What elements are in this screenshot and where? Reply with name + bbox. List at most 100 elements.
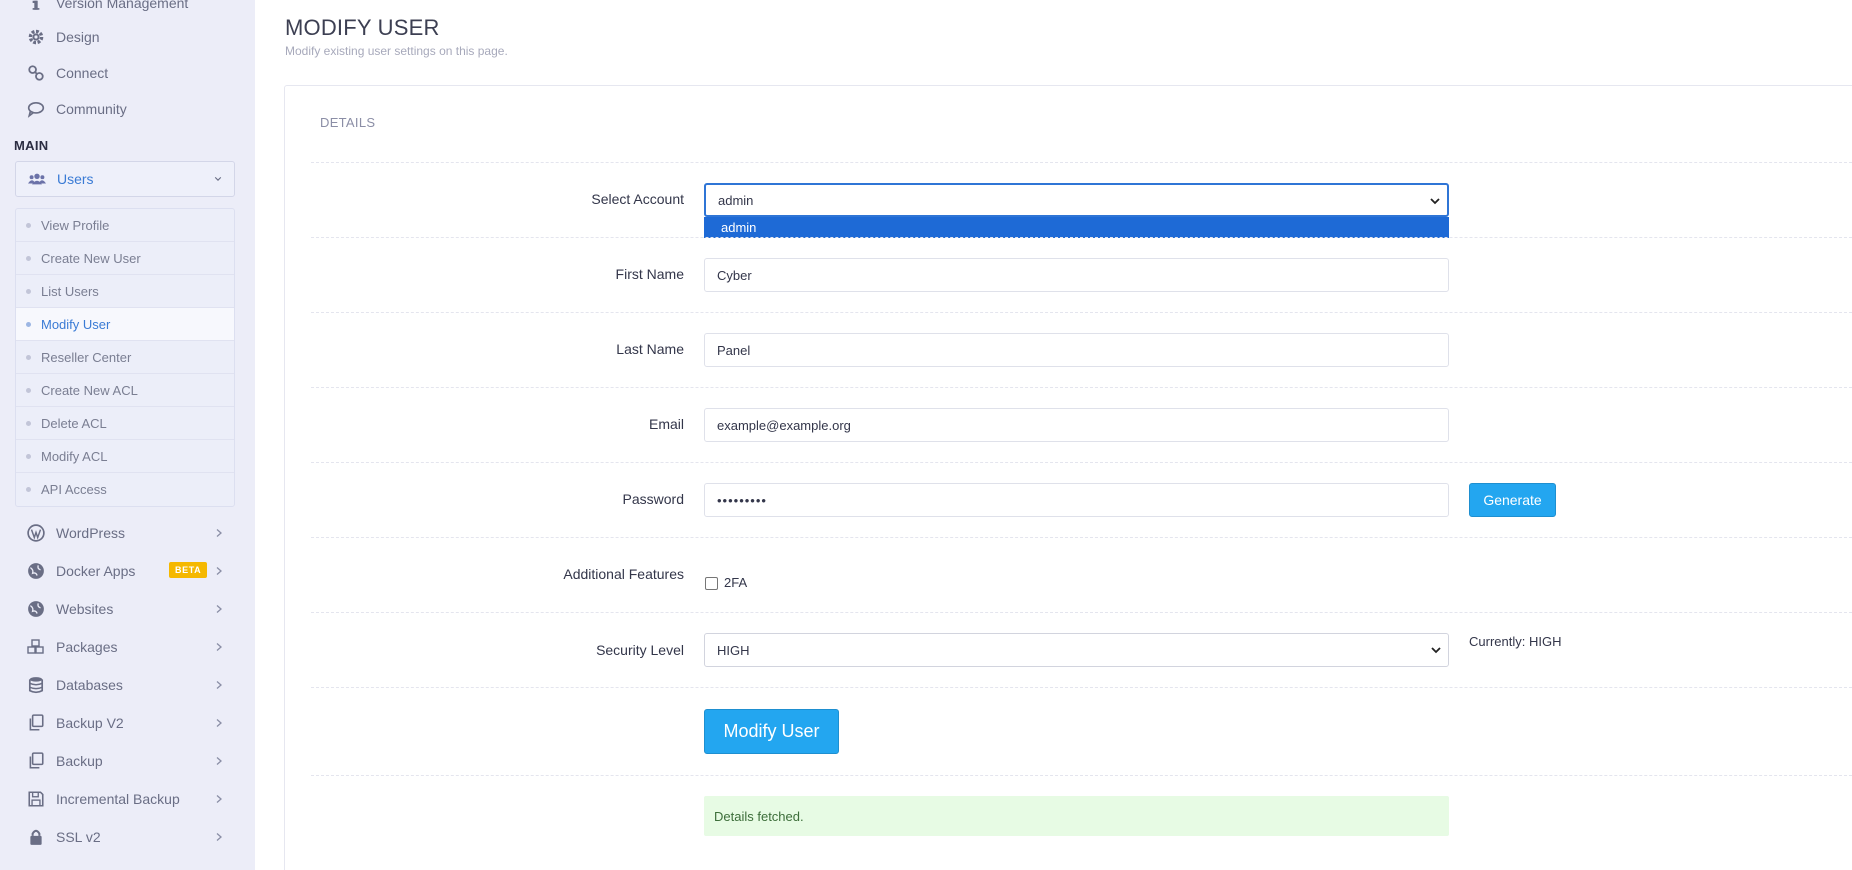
sidebar: Version Management Design Connect Commun… xyxy=(0,0,255,870)
divider xyxy=(311,387,1852,388)
sidebar-item-docker-apps[interactable]: Docker Apps BETA xyxy=(0,553,255,589)
sidebar-item-label: Websites xyxy=(56,601,114,617)
sidebar-item-backup-v2[interactable]: Backup V2 xyxy=(0,705,255,741)
divider xyxy=(311,237,1852,238)
divider xyxy=(311,162,1852,163)
bullet-icon xyxy=(26,321,31,327)
link-icon xyxy=(26,63,46,83)
submenu-item-create-new-user[interactable]: Create New User xyxy=(16,242,234,275)
sidebar-item-incremental-backup[interactable]: Incremental Backup xyxy=(0,781,255,817)
chevron-right-icon xyxy=(214,604,224,614)
beta-badge: BETA xyxy=(169,562,208,578)
additional-features-label: Additional Features xyxy=(563,566,684,582)
users-icon xyxy=(27,169,47,189)
divider xyxy=(311,775,1852,776)
submenu-item-delete-acl[interactable]: Delete ACL xyxy=(16,407,234,440)
submenu-item-reseller-center[interactable]: Reseller Center xyxy=(16,341,234,374)
bullet-icon xyxy=(26,387,31,393)
submenu-item-label: Modify User xyxy=(41,316,111,332)
sidebar-item-backup[interactable]: Backup xyxy=(0,743,255,779)
sidebar-item-wordpress[interactable]: WordPress xyxy=(0,515,255,551)
copy-icon xyxy=(26,713,46,733)
sidebar-item-community[interactable]: Community xyxy=(0,91,255,127)
divider xyxy=(311,612,1852,613)
globe-icon xyxy=(26,561,46,581)
page-title: MODIFY USER xyxy=(285,15,440,40)
sidebar-item-label: Backup xyxy=(56,753,103,769)
chevron-right-icon xyxy=(214,718,224,728)
chevron-right-icon xyxy=(214,528,224,538)
sidebar-item-label: SSL v2 xyxy=(56,829,101,845)
current-security-level: Currently: HIGH xyxy=(1469,634,1562,649)
select-account-option[interactable]: admin xyxy=(704,217,1449,238)
bullet-icon xyxy=(26,453,31,459)
submenu-item-modify-user[interactable]: Modify User xyxy=(16,308,234,341)
generate-button[interactable]: Generate xyxy=(1469,483,1556,517)
security-level-select[interactable]: HIGH xyxy=(704,633,1449,667)
password-input[interactable] xyxy=(704,483,1449,517)
security-level-value: HIGH xyxy=(717,642,750,658)
divider xyxy=(311,312,1852,313)
submenu-item-label: Create New User xyxy=(41,250,141,266)
sidebar-item-label: WordPress xyxy=(56,525,125,541)
save-icon xyxy=(26,789,46,809)
wordpress-icon xyxy=(26,523,46,543)
sidebar-item-connect[interactable]: Connect xyxy=(0,55,255,91)
last-name-label: Last Name xyxy=(616,341,684,357)
chevron-right-icon xyxy=(214,566,224,576)
status-message: Details fetched. xyxy=(704,796,1449,836)
chevron-right-icon xyxy=(214,756,224,766)
sidebar-item-label: Docker Apps xyxy=(56,563,136,579)
submenu-item-list-users[interactable]: List Users xyxy=(16,275,234,308)
chevron-right-icon xyxy=(214,794,224,804)
email-label: Email xyxy=(648,416,684,432)
submenu-item-view-profile[interactable]: View Profile xyxy=(16,209,234,242)
page-subtitle: Modify existing user settings on this pa… xyxy=(285,44,508,58)
sidebar-item-label: Databases xyxy=(56,677,123,693)
sidebar-item-label: Backup V2 xyxy=(56,715,124,731)
submenu-item-create-new-acl[interactable]: Create New ACL xyxy=(16,374,234,407)
2fa-label: 2FA xyxy=(724,575,748,590)
sidebar-group-users[interactable]: Users xyxy=(15,161,235,197)
database-icon xyxy=(26,675,46,695)
sidebar-item-version-management[interactable]: Version Management xyxy=(0,0,255,21)
sidebar-item-label: Connect xyxy=(56,65,109,81)
bullet-icon xyxy=(26,288,31,294)
sidebar-item-design[interactable]: Design xyxy=(0,19,255,55)
chevron-down-icon xyxy=(1431,647,1441,654)
2fa-checkbox[interactable] xyxy=(705,577,718,590)
section-title: DETAILS xyxy=(320,115,376,130)
select-account-dropdown[interactable]: admin xyxy=(704,183,1449,217)
bullet-icon xyxy=(26,222,31,228)
sidebar-item-label: Community xyxy=(56,101,127,117)
globe-icon xyxy=(26,599,46,619)
divider xyxy=(311,462,1852,463)
sidebar-item-label: Incremental Backup xyxy=(56,791,180,807)
modify-user-button[interactable]: Modify User xyxy=(704,709,839,754)
sidebar-item-ssl-v2[interactable]: SSL v2 xyxy=(0,819,255,855)
password-label: Password xyxy=(622,491,684,507)
submenu-item-modify-acl[interactable]: Modify ACL xyxy=(16,440,234,473)
divider xyxy=(311,687,1852,688)
submenu-item-api-access[interactable]: API Access xyxy=(16,473,234,506)
first-name-input[interactable] xyxy=(704,258,1449,292)
copy-icon xyxy=(26,751,46,771)
sidebar-item-packages[interactable]: Packages xyxy=(0,629,255,665)
bullet-icon xyxy=(26,354,31,360)
chevron-right-icon xyxy=(214,680,224,690)
chevron-right-icon xyxy=(214,642,224,652)
sidebar-item-label: Design xyxy=(56,29,100,45)
sidebar-item-label: Version Management xyxy=(56,0,189,11)
sidebar-item-label: Packages xyxy=(56,639,118,655)
sidebar-item-databases[interactable]: Databases xyxy=(0,667,255,703)
chevron-right-icon xyxy=(214,832,224,842)
email-input[interactable] xyxy=(704,408,1449,442)
option-label: admin xyxy=(721,220,757,235)
submenu-item-label: Create New ACL xyxy=(41,382,138,398)
sidebar-item-websites[interactable]: Websites xyxy=(0,591,255,627)
sidebar-section-main: MAIN xyxy=(14,138,49,153)
bullet-icon xyxy=(26,420,31,426)
submenu-item-label: Reseller Center xyxy=(41,349,132,365)
chevron-down-icon xyxy=(1430,198,1440,205)
last-name-input[interactable] xyxy=(704,333,1449,367)
